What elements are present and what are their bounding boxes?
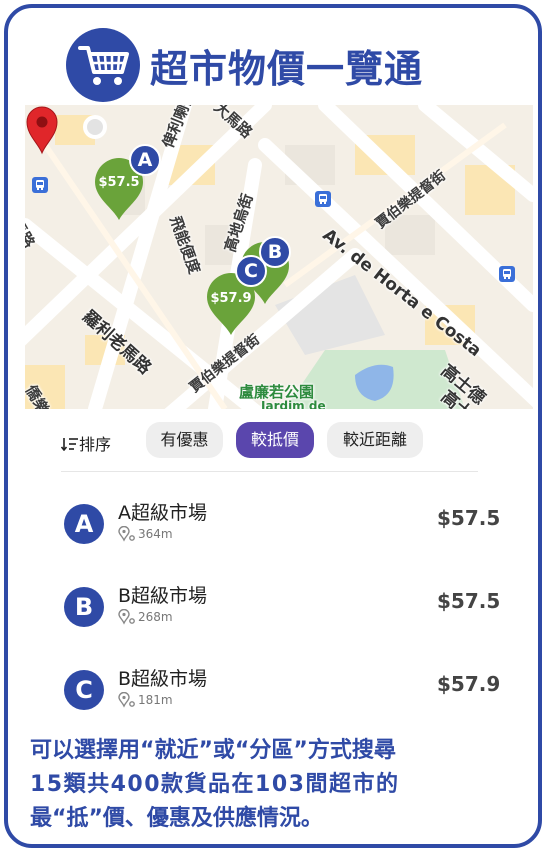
distance-pin-icon <box>118 609 135 625</box>
store-price: $57.9 <box>437 672 501 696</box>
current-location-pin-icon[interactable] <box>25 105 59 155</box>
shopping-cart-icon <box>78 46 129 85</box>
store-list-item[interactable]: A A超級市場 364m $57.5 <box>25 498 533 568</box>
store-letter-badge: B <box>64 587 104 627</box>
marker-letter: C <box>235 255 267 287</box>
sort-label: 排序 <box>79 435 112 454</box>
chip-nearer[interactable]: 較近距離 <box>327 422 423 458</box>
store-distance: 181m <box>138 693 173 707</box>
marker-price: $57.9 <box>210 291 252 306</box>
caption-line: 最“抵”價、優惠及供應情況。 <box>30 806 323 831</box>
store-distance: 364m <box>138 527 173 541</box>
app-screen: 大馬路 俾利喇街 高地烏街 飛能便度 賈伯樂提督街 Av. de Horta e… <box>25 105 533 715</box>
park-sublabel: Jardim de <box>261 399 326 409</box>
store-marker-c[interactable]: $57.9 C <box>205 255 267 335</box>
marker-price: $57.5 <box>98 175 140 190</box>
caption-line: 可以選擇用“就近”或“分區”方式搜尋 <box>30 738 396 763</box>
store-list-item[interactable]: C B超級市場 181m $57.9 <box>25 664 533 715</box>
distance-pin-icon <box>118 526 135 542</box>
store-name: B超級市場 <box>118 585 208 607</box>
divider <box>61 471 478 472</box>
store-name: B超級市場 <box>118 668 208 690</box>
app-title: 超市物價一覽通 <box>150 47 424 91</box>
chip-cheaper[interactable]: 較抵價 <box>236 422 314 458</box>
app-logo <box>66 28 140 102</box>
header: 超市物價一覽通 <box>8 8 538 104</box>
caption-line: 15類共400款貨品在103間超市的 <box>30 772 400 797</box>
filter-bar: 排序 有優惠 較抵價 較近距離 <box>25 409 533 471</box>
store-marker-a[interactable]: $57.5 A <box>93 144 161 220</box>
distance-pin-icon <box>118 692 135 708</box>
bus-stop-icon[interactable] <box>315 191 331 207</box>
promo-frame: 超市物價一覽通 大馬路 俾利喇街 高地烏街 飛能便度 賈伯樂提督街 Av. de… <box>4 4 542 848</box>
store-list-item[interactable]: B B超級市場 268m $57.5 <box>25 581 533 651</box>
promo-caption: 可以選擇用“就近”或“分區”方式搜尋 15類共400款貨品在103間超市的 最“… <box>30 734 530 836</box>
store-price: $57.5 <box>437 589 501 613</box>
bus-stop-icon[interactable] <box>499 266 515 282</box>
chip-has-discount[interactable]: 有優惠 <box>146 422 223 458</box>
store-price: $57.5 <box>437 506 501 530</box>
bus-stop-icon[interactable] <box>32 177 48 193</box>
store-distance: 268m <box>138 610 173 624</box>
store-name: A超級市場 <box>118 502 207 524</box>
marker-letter: A <box>129 144 161 176</box>
store-letter-badge: C <box>64 670 104 710</box>
sort-icon <box>60 438 78 452</box>
map-view[interactable]: 大馬路 俾利喇街 高地烏街 飛能便度 賈伯樂提督街 Av. de Horta e… <box>25 105 533 409</box>
sort-button[interactable]: 排序 <box>60 431 112 455</box>
store-letter-badge: A <box>64 504 104 544</box>
